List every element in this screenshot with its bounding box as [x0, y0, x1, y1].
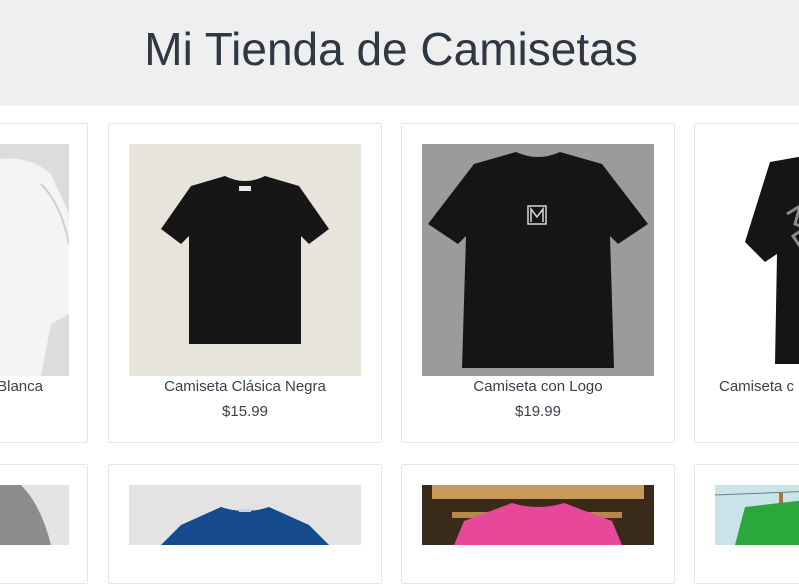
- product-image[interactable]: [422, 485, 654, 545]
- product-image[interactable]: [129, 485, 361, 545]
- product-name[interactable]: Camiseta con Logo: [402, 378, 674, 396]
- product-name[interactable]: Camiseta Clásica Negra: [109, 378, 381, 396]
- product-price: $15.99: [222, 403, 268, 420]
- product-card[interactable]: Blanca: [0, 123, 88, 443]
- page-title: Mi Tienda de Camisetas: [144, 23, 638, 75]
- product-image[interactable]: [715, 485, 799, 545]
- product-card[interactable]: [694, 464, 799, 584]
- product-image[interactable]: [0, 144, 69, 376]
- product-name[interactable]: Blanca: [0, 378, 43, 396]
- product-price: $19.99: [515, 403, 561, 420]
- product-card[interactable]: [401, 464, 675, 584]
- product-image[interactable]: [715, 144, 799, 376]
- product-card[interactable]: [108, 464, 382, 584]
- product-image[interactable]: [129, 144, 361, 376]
- product-card[interactable]: [0, 464, 88, 584]
- product-name[interactable]: Camiseta c: [719, 378, 794, 396]
- product-card[interactable]: Camiseta Clásica Negra $15.99: [108, 123, 382, 443]
- product-card[interactable]: Camiseta con Logo $19.99: [401, 123, 675, 443]
- product-image[interactable]: [0, 485, 69, 545]
- page-header: Mi Tienda de Camisetas: [0, 0, 799, 106]
- product-card[interactable]: Camiseta c: [694, 123, 799, 443]
- product-image[interactable]: [422, 144, 654, 376]
